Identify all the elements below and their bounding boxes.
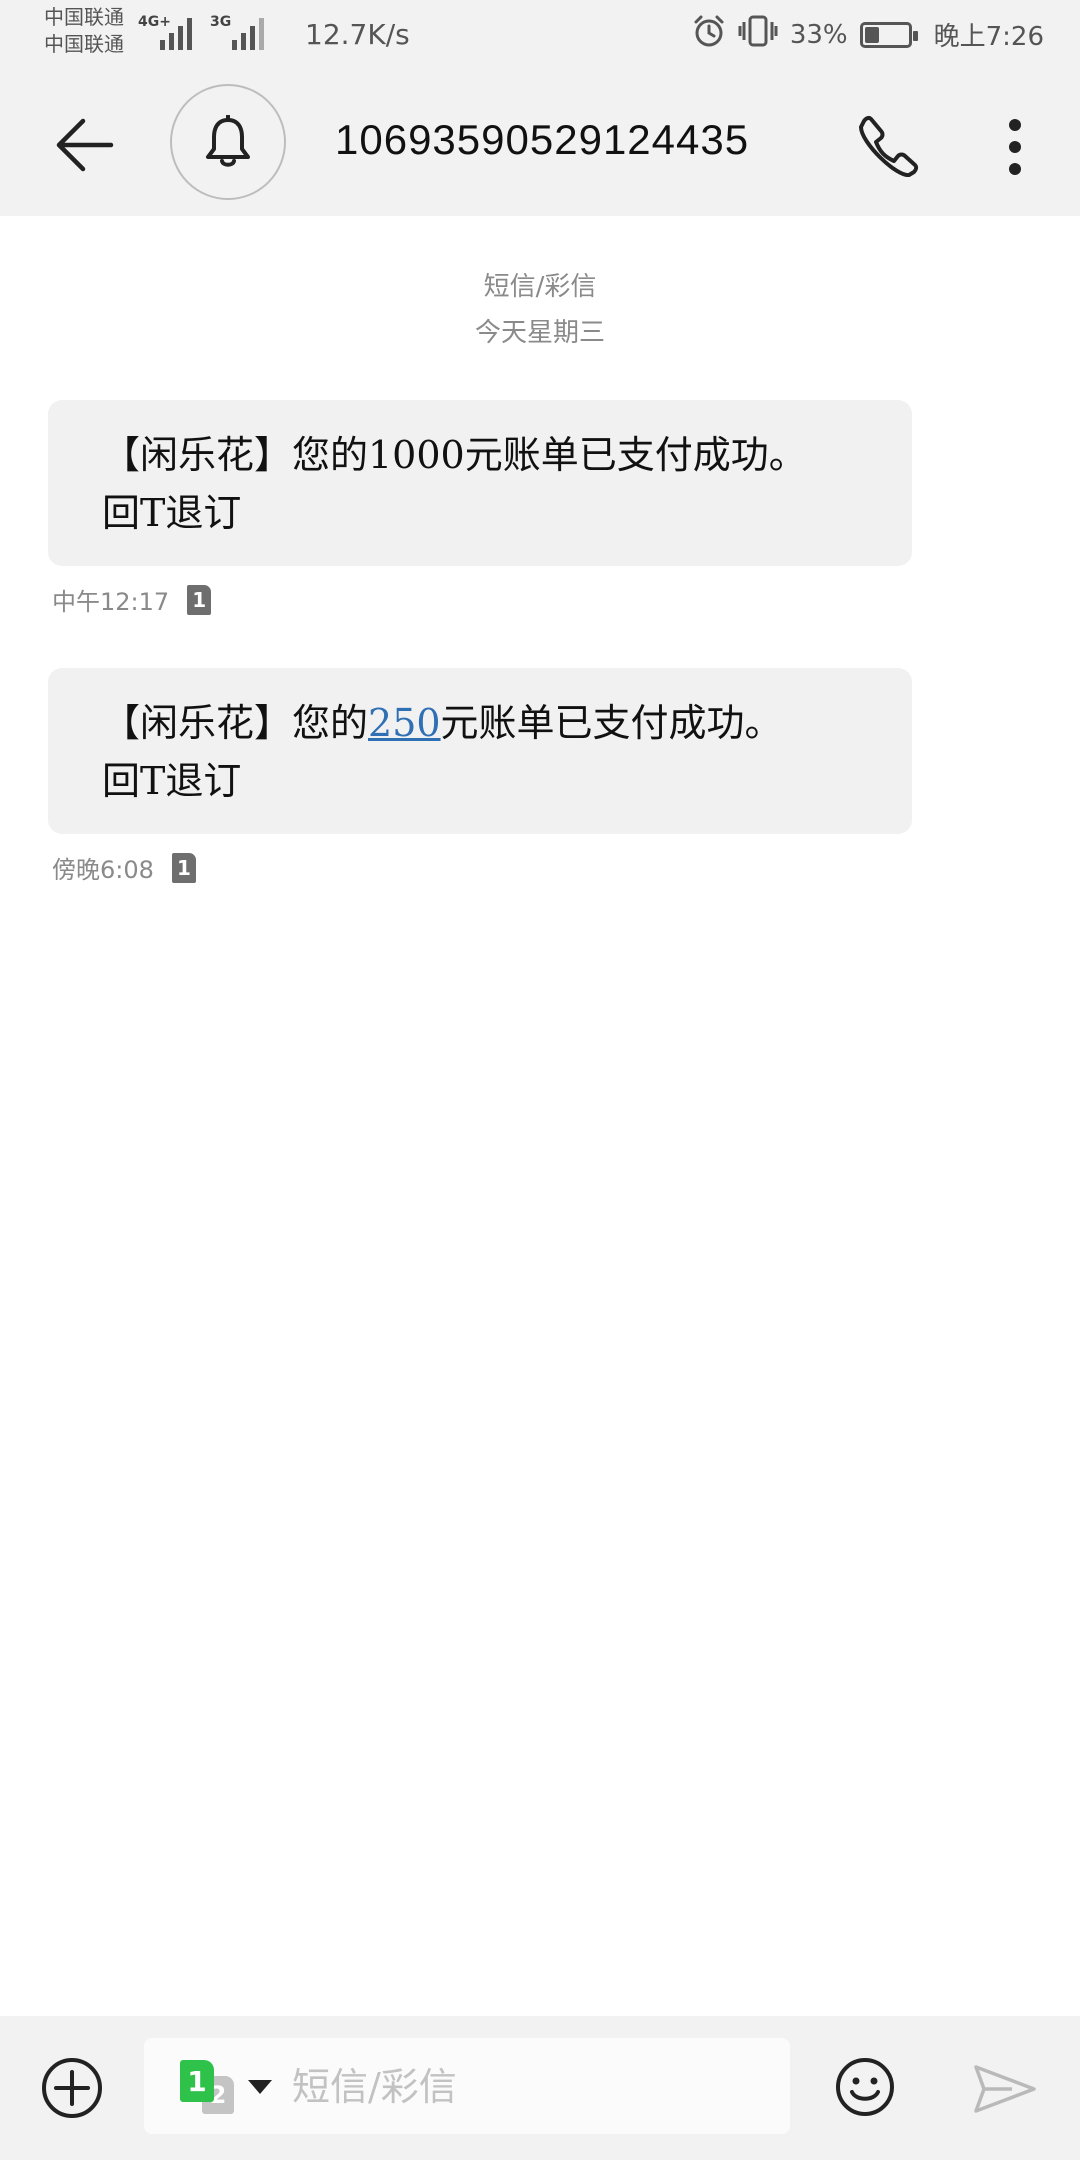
conversation-title: 10693590529124435 bbox=[335, 116, 750, 163]
phone-icon bbox=[859, 115, 919, 177]
vibrate-icon bbox=[738, 14, 778, 55]
carrier-1-label: 中国联通 bbox=[44, 5, 124, 29]
message-type-label: 短信/彩信 bbox=[483, 272, 597, 302]
chevron-down-icon[interactable] bbox=[248, 2080, 272, 2094]
signal-icon bbox=[160, 16, 192, 50]
message-line-1: 【闲乐花】您的1000元账单已支付成功。 bbox=[102, 433, 807, 477]
composer-bar: 1 2 bbox=[0, 2016, 1080, 2160]
message-meta: 中午12:17 1 bbox=[52, 582, 212, 617]
message-time: 傍晚6:08 bbox=[52, 856, 154, 884]
message-time: 中午12:17 bbox=[52, 588, 170, 616]
message-text: 元账单已支付成功。 bbox=[440, 701, 783, 745]
network-type-2: 3G bbox=[210, 14, 232, 30]
back-button[interactable] bbox=[50, 110, 120, 180]
more-vert-icon bbox=[1009, 119, 1021, 175]
bell-icon bbox=[206, 115, 250, 167]
sim-selector[interactable]: 1 2 bbox=[180, 2056, 250, 2116]
notification-button[interactable] bbox=[170, 84, 286, 200]
status-bar: 中国联通 中国联通 4G+ 3G 12.7K/s 33% 晚上7:26 bbox=[0, 0, 1080, 72]
emoji-button[interactable] bbox=[830, 2052, 900, 2122]
alarm-icon bbox=[692, 14, 726, 55]
signal-icon bbox=[232, 16, 264, 50]
message-text: 【闲乐花】您的 bbox=[102, 701, 369, 745]
sim-1-icon: 1 bbox=[180, 2060, 214, 2102]
send-icon bbox=[974, 2065, 1036, 2113]
compose-box: 1 2 bbox=[144, 2038, 790, 2134]
carrier-2-label: 中国联通 bbox=[44, 32, 124, 56]
more-options-button[interactable] bbox=[990, 112, 1040, 182]
message-line-2: 回T退订 bbox=[102, 491, 242, 535]
message-line-1: 【闲乐花】您的250元账单已支付成功。 bbox=[102, 694, 866, 752]
back-arrow-icon bbox=[56, 118, 114, 172]
sim-card-icon: 1 bbox=[187, 584, 212, 615]
message-bubble[interactable]: 【闲乐花】您的1000元账单已支付成功。 回T退订 bbox=[48, 400, 912, 566]
app-bar: 10693590529124435 bbox=[0, 72, 1080, 216]
message-meta: 傍晚6:08 1 bbox=[52, 850, 196, 885]
message-line-2: 回T退订 bbox=[102, 759, 242, 803]
message-input[interactable] bbox=[290, 2060, 774, 2114]
amount-link[interactable]: 250 bbox=[368, 701, 441, 745]
date-separator: 今天星期三 bbox=[474, 318, 605, 348]
message-bubble[interactable]: 【闲乐花】您的250元账单已支付成功。 回T退订 bbox=[48, 668, 912, 834]
send-button[interactable] bbox=[970, 2054, 1040, 2124]
call-button[interactable] bbox=[850, 108, 926, 184]
network-speed: 12.7K/s bbox=[305, 18, 410, 51]
emoji-icon bbox=[836, 2058, 894, 2116]
battery-icon bbox=[859, 21, 918, 48]
battery-level-fill bbox=[864, 26, 879, 43]
add-circle-icon bbox=[42, 2058, 102, 2118]
carrier-labels: 中国联通 中国联通 bbox=[44, 4, 124, 58]
status-right-group: 33% 晚上7:26 bbox=[692, 14, 1044, 55]
battery-percent: 33% bbox=[789, 19, 848, 50]
sim-card-icon: 1 bbox=[171, 852, 196, 883]
add-attachment-button[interactable] bbox=[38, 2054, 106, 2122]
clock: 晚上7:26 bbox=[933, 22, 1044, 52]
